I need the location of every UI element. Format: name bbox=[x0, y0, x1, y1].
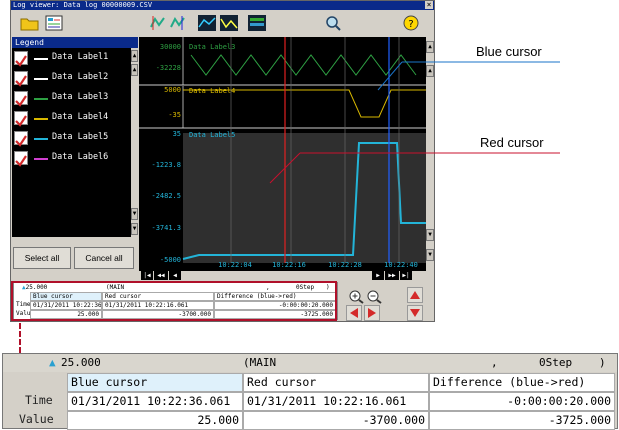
blue-cursor-callout: Blue cursor bbox=[476, 44, 542, 59]
zoom-diff-value: -3725.000 bbox=[429, 411, 615, 430]
zoom-step-label: 0Step bbox=[539, 356, 573, 369]
zoom-close-paren: ) bbox=[599, 356, 606, 369]
zoom-time-label: Time bbox=[25, 393, 53, 407]
zoom-marker-value: 25.000 bbox=[61, 356, 101, 369]
zoom-value-label: Value bbox=[19, 412, 54, 426]
red-callout-leader bbox=[269, 152, 301, 184]
zoom-blue-value: 25.000 bbox=[67, 411, 243, 430]
cursor-info-zoomed: ▲ 25.000 (MAIN , 0Step ) Blue cursor Red… bbox=[2, 353, 618, 430]
zoom-diff-header: Difference (blue->red) bbox=[429, 373, 615, 392]
zoom-blue-header: Blue cursor bbox=[67, 373, 243, 392]
blue-callout-leader bbox=[377, 61, 403, 91]
zoom-group-label: (MAIN bbox=[243, 356, 277, 369]
zoom-diff-time: -0:00:00:20.000 bbox=[429, 392, 615, 411]
zoom-red-value: -3700.000 bbox=[243, 411, 429, 430]
zoom-blue-time: 01/31/2011 10:22:36.061 bbox=[67, 392, 243, 411]
zoom-red-time: 01/31/2011 10:22:16.061 bbox=[243, 392, 429, 411]
red-cursor-callout: Red cursor bbox=[480, 135, 544, 150]
zoom-marker-icon: ▲ bbox=[49, 356, 56, 369]
zoom-header: ▲ 25.000 (MAIN , 0Step ) bbox=[3, 354, 617, 372]
zoom-comma-label: , bbox=[491, 356, 498, 369]
zoom-red-header: Red cursor bbox=[243, 373, 429, 392]
